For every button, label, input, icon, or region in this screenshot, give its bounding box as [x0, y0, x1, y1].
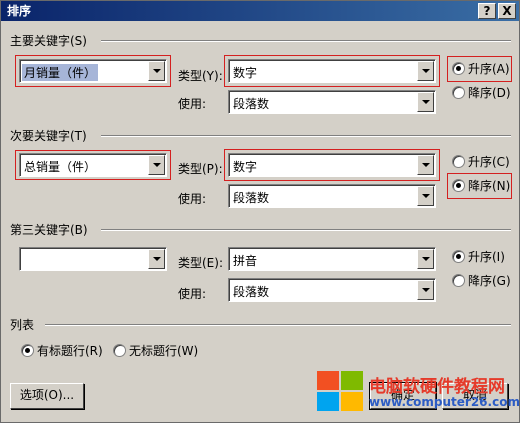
- primary-type-label: 类型(Y):: [178, 69, 223, 83]
- secondary-divider: [101, 135, 511, 137]
- primary-asc-radio[interactable]: 升序(A): [452, 61, 510, 77]
- tertiary-desc-label: 降序(G): [468, 274, 511, 288]
- chevron-down-icon[interactable]: [417, 280, 434, 300]
- help-button[interactable]: ?: [478, 3, 496, 19]
- radio-empty-icon: [113, 344, 126, 357]
- without-header-label: 无标题行(W): [129, 344, 199, 358]
- chevron-down-icon[interactable]: [417, 92, 434, 112]
- primary-divider: [101, 40, 511, 42]
- primary-using-label: 使用:: [178, 97, 207, 111]
- secondary-desc-label: 降序(N): [468, 179, 511, 193]
- chevron-down-icon[interactable]: [417, 249, 434, 269]
- chevron-down-icon[interactable]: [148, 61, 165, 81]
- tertiary-type-value: 拼音: [233, 254, 258, 268]
- watermark: 电脑软硬件教程网 www.computer26.com: [317, 371, 520, 417]
- primary-using-select[interactable]: 段落数: [228, 90, 436, 114]
- options-button[interactable]: 选项(O)...: [10, 383, 84, 409]
- chevron-down-icon[interactable]: [417, 61, 434, 81]
- windows-logo-icon: [317, 371, 365, 413]
- title-bar[interactable]: 排序 ? X: [1, 1, 519, 21]
- without-header-radio[interactable]: 无标题行(W): [113, 343, 198, 359]
- tertiary-desc-radio[interactable]: 降序(G): [452, 273, 511, 289]
- secondary-using-label: 使用:: [178, 192, 207, 206]
- list-heading: 列表: [10, 318, 35, 332]
- secondary-using-select[interactable]: 段落数: [228, 184, 436, 208]
- close-button[interactable]: X: [498, 3, 516, 19]
- primary-type-value: 数字: [233, 66, 258, 80]
- primary-asc-label: 升序(A): [468, 62, 510, 76]
- secondary-asc-label: 升序(C): [468, 155, 510, 169]
- tertiary-using-label: 使用:: [178, 287, 207, 301]
- secondary-key-heading: 次要关键字(T): [10, 129, 87, 143]
- logo-tile-green: [341, 371, 363, 390]
- radio-empty-icon: [452, 155, 465, 168]
- tertiary-asc-label: 升序(I): [468, 250, 505, 264]
- radio-selected-icon: [452, 62, 465, 75]
- radio-empty-icon: [452, 274, 465, 287]
- tertiary-field-select[interactable]: [19, 247, 167, 271]
- primary-using-value: 段落数: [233, 97, 270, 111]
- radio-selected-icon: [21, 344, 34, 357]
- window-title: 排序: [7, 4, 32, 18]
- secondary-field-value: 总销量（件）: [24, 160, 97, 174]
- chevron-down-icon[interactable]: [148, 155, 165, 175]
- secondary-type-value: 数字: [233, 160, 258, 174]
- secondary-using-value: 段落数: [233, 191, 270, 205]
- watermark-title: 电脑软硬件教程网: [369, 377, 505, 397]
- secondary-field-select[interactable]: 总销量（件）: [19, 153, 167, 177]
- tertiary-type-select[interactable]: 拼音: [228, 247, 436, 271]
- chevron-down-icon[interactable]: [148, 249, 165, 269]
- logo-tile-yellow: [341, 392, 363, 411]
- primary-key-heading: 主要关键字(S): [10, 34, 87, 48]
- tertiary-type-label: 类型(E):: [178, 256, 223, 270]
- list-divider: [45, 324, 511, 326]
- tertiary-using-select[interactable]: 段落数: [228, 278, 436, 302]
- logo-tile-red: [317, 371, 339, 390]
- chevron-down-icon[interactable]: [417, 186, 434, 206]
- chevron-down-icon[interactable]: [417, 155, 434, 175]
- logo-tile-blue: [317, 392, 339, 411]
- primary-desc-radio[interactable]: 降序(D): [452, 85, 511, 101]
- tertiary-asc-radio[interactable]: 升序(I): [452, 249, 505, 265]
- secondary-type-select[interactable]: 数字: [228, 153, 436, 177]
- with-header-radio[interactable]: 有标题行(R): [21, 343, 103, 359]
- primary-desc-label: 降序(D): [468, 86, 511, 100]
- secondary-asc-radio[interactable]: 升序(C): [452, 154, 510, 170]
- with-header-label: 有标题行(R): [37, 344, 103, 358]
- tertiary-divider: [101, 229, 511, 231]
- sort-dialog: 排序 ? X 主要关键字(S) 月销量（件） 类型(Y): 数字 使用: 段落数…: [0, 0, 520, 423]
- watermark-url: www.computer26.com: [369, 395, 520, 409]
- tertiary-key-heading: 第三关键字(B): [10, 223, 88, 237]
- radio-selected-icon: [452, 250, 465, 263]
- radio-empty-icon: [452, 86, 465, 99]
- radio-selected-icon: [452, 179, 465, 192]
- primary-field-select[interactable]: 月销量（件）: [19, 59, 167, 83]
- primary-type-select[interactable]: 数字: [228, 59, 436, 83]
- secondary-desc-radio[interactable]: 降序(N): [452, 178, 510, 194]
- secondary-type-label: 类型(P):: [178, 162, 223, 176]
- primary-field-value: 月销量（件）: [22, 64, 99, 81]
- tertiary-using-value: 段落数: [233, 285, 270, 299]
